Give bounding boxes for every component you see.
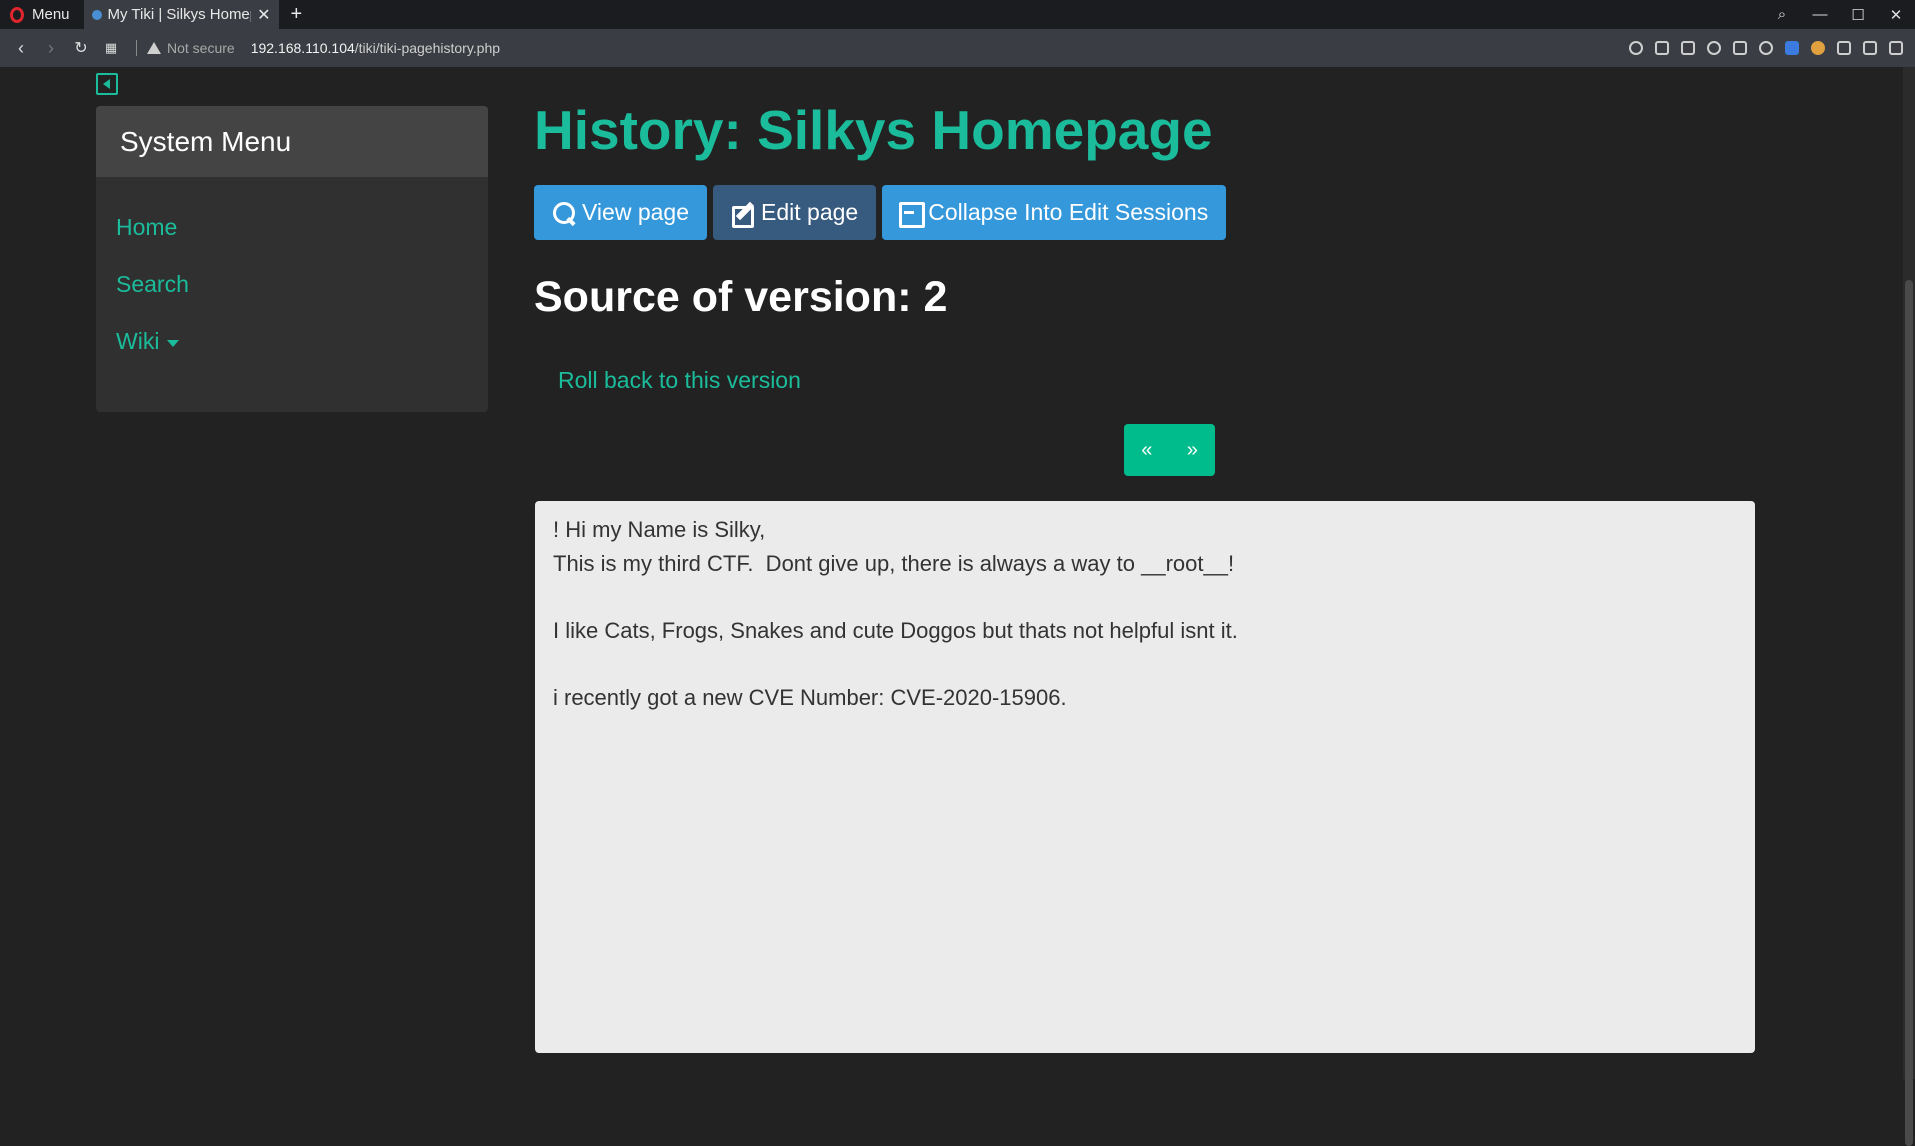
sidebar-item-search[interactable]: Search [96, 256, 488, 313]
forward-icon[interactable]: › [36, 38, 66, 59]
url-field[interactable]: 192.168.110.104/tiki/tiki-pagehistory.ph… [251, 40, 500, 56]
close-window-icon[interactable]: ✕ [1877, 6, 1915, 24]
pager-next-button[interactable]: » [1170, 424, 1216, 476]
vpn-extension-icon[interactable] [1785, 41, 1799, 55]
page-title: History: Silkys Homepage [534, 99, 1213, 161]
tab-close-icon[interactable]: ✕ [257, 5, 270, 25]
back-icon[interactable]: ‹ [6, 38, 36, 59]
security-indicator[interactable]: Not secure [147, 40, 235, 56]
url-host: 192.168.110.104 [250, 40, 355, 56]
tab-title: My Tiki | Silkys Homepage [107, 6, 252, 23]
browser-search-icon[interactable]: ⌕ [1763, 6, 1801, 23]
url-path: /tiki/tiki-pagehistory.php [354, 40, 501, 56]
opera-logo-icon [10, 6, 24, 23]
source-textarea[interactable]: ! Hi my Name is Silky, This is my third … [535, 501, 1755, 1053]
minimize-icon[interactable]: — [1801, 6, 1839, 23]
pager-prev-button[interactable]: « [1124, 424, 1170, 476]
collapse-sessions-label: Collapse Into Edit Sessions [928, 199, 1209, 225]
cookie-extension-icon[interactable] [1811, 41, 1825, 55]
tiki-favicon-icon [91, 9, 102, 20]
sidebar-item-label: Home [116, 214, 178, 240]
edit-page-button[interactable]: Edit page [713, 185, 877, 240]
page-actions: View page Edit page Collapse Into Edit S… [534, 185, 1227, 240]
version-pager: « » [1124, 424, 1215, 476]
collapse-sessions-button[interactable]: Collapse Into Edit Sessions [882, 185, 1227, 240]
view-page-label: View page [582, 199, 689, 225]
warning-icon [147, 42, 161, 54]
sidebar-item-label: Wiki [116, 328, 160, 354]
heart-icon[interactable] [1759, 41, 1773, 55]
system-menu: System Menu Home Search Wiki [96, 106, 488, 412]
browser-menu-button[interactable]: Menu [0, 0, 80, 29]
reload-icon[interactable]: ↻ [66, 38, 96, 58]
scrollbar-thumb[interactable] [1905, 280, 1913, 1146]
security-label: Not secure [167, 40, 235, 56]
address-separator [136, 40, 137, 56]
download-icon[interactable] [1863, 41, 1877, 55]
adblock-icon[interactable] [1707, 41, 1721, 55]
search-plus-icon [552, 201, 576, 225]
easy-setup-icon[interactable] [1889, 41, 1903, 55]
rollback-link[interactable]: Roll back to this version [558, 367, 801, 394]
version-heading: Source of version: 2 [534, 273, 948, 321]
edit-snap-icon[interactable] [1655, 41, 1669, 55]
send-icon[interactable] [1733, 41, 1747, 55]
system-menu-list: Home Search Wiki [96, 177, 488, 370]
edit-icon [731, 201, 755, 228]
sidebar-item-wiki[interactable]: Wiki [96, 313, 488, 370]
new-tab-icon[interactable]: + [291, 3, 303, 26]
sidebar-item-label: Search [116, 271, 189, 297]
cube-extension-icon[interactable] [1837, 41, 1851, 55]
minus-square-icon [898, 201, 926, 228]
lens-icon[interactable] [1629, 41, 1643, 55]
caret-down-icon [167, 339, 180, 347]
browser-address-bar: ‹ › ↻ ▦ Not secure 192.168.110.104/tiki/… [0, 29, 1915, 67]
browser-toolbar-icons [1629, 29, 1903, 67]
speed-dial-icon[interactable]: ▦ [96, 40, 126, 56]
window-controls: ⌕ — ☐ ✕ [1763, 0, 1915, 29]
page-scrollbar[interactable] [1903, 67, 1915, 1146]
browser-menu-label: Menu [32, 6, 70, 23]
camera-icon[interactable] [1681, 41, 1695, 55]
edit-page-label: Edit page [761, 199, 859, 225]
sidebar-item-home[interactable]: Home [96, 199, 488, 256]
view-page-button[interactable]: View page [534, 185, 707, 240]
browser-tab-active[interactable]: My Tiki | Silkys Homepage ✕ [83, 0, 279, 29]
system-menu-title: System Menu [96, 106, 488, 177]
browser-tab-bar: Menu My Tiki | Silkys Homepage ✕ + ⌕ — ☐… [0, 0, 1915, 29]
maximize-icon[interactable]: ☐ [1839, 6, 1877, 24]
sidebar-toggle-icon[interactable] [96, 73, 118, 95]
